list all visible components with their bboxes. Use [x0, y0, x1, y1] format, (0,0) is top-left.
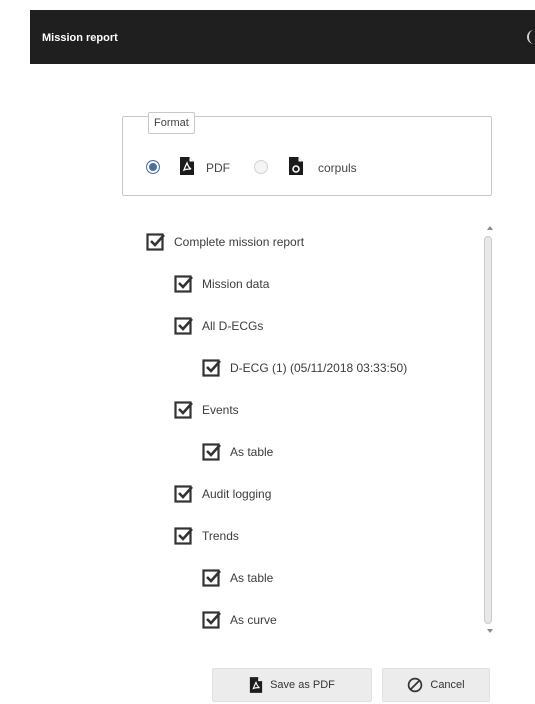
- tree-item-events-as-table[interactable]: As table: [202, 440, 273, 464]
- tree-item-label: D-ECG (1) (05/11/2018 03:33:50): [230, 361, 408, 375]
- tree-item-trends[interactable]: Trends: [174, 524, 239, 548]
- checkbox-checked-icon[interactable]: [202, 442, 222, 462]
- tree-item-label: Complete mission report: [174, 235, 305, 249]
- cancel-icon: [408, 677, 423, 693]
- tree-item-audit-logging[interactable]: Audit logging: [174, 482, 271, 506]
- corpuls-option-label: corpuls: [318, 161, 357, 175]
- tree-item-label: As table: [230, 445, 274, 459]
- save-button-label: Save as PDF: [270, 679, 335, 691]
- tree-item-trends-as-curve[interactable]: As curve: [202, 608, 277, 632]
- tree-item-complete-mission-report[interactable]: Complete mission report: [146, 230, 304, 254]
- tree-item-label: Events: [202, 403, 239, 417]
- tree-item-d-ecg-1[interactable]: D-ECG (1) (05/11/2018 03:33:50): [202, 356, 407, 380]
- tree-item-label: As table: [230, 571, 274, 585]
- checkbox-checked-icon[interactable]: [202, 568, 222, 588]
- format-legend: Format: [148, 112, 195, 134]
- checkbox-checked-icon[interactable]: [202, 358, 222, 378]
- cancel-button[interactable]: Cancel: [382, 668, 490, 702]
- checkbox-checked-icon[interactable]: [174, 274, 194, 294]
- cancel-button-label: Cancel: [430, 679, 465, 691]
- tree-item-label: Trends: [202, 529, 239, 543]
- corpuls-radio[interactable]: [254, 160, 268, 174]
- checkbox-checked-icon[interactable]: [174, 484, 194, 504]
- pdf-file-icon: [249, 677, 263, 693]
- tree-item-trends-as-table[interactable]: As table: [202, 566, 273, 590]
- checkbox-checked-icon[interactable]: [174, 526, 194, 546]
- tree-item-label: Mission data: [202, 277, 270, 291]
- tree-item-label: As curve: [230, 613, 277, 627]
- title-bar: Mission report: [30, 10, 535, 64]
- scroll-down-arrow-icon[interactable]: [487, 629, 493, 633]
- save-as-pdf-button[interactable]: Save as PDF: [212, 668, 372, 702]
- corpuls-file-icon: [289, 157, 303, 175]
- report-tree: Complete mission report Mission data All…: [140, 222, 480, 642]
- close-button-edge[interactable]: [527, 30, 535, 44]
- tree-item-all-d-ecgs[interactable]: All D-ECGs: [174, 314, 263, 338]
- tree-item-label: All D-ECGs: [202, 319, 264, 333]
- tree-item-label: Audit logging: [202, 487, 272, 501]
- pdf-radio[interactable]: [146, 160, 160, 174]
- checkbox-checked-icon[interactable]: [174, 316, 194, 336]
- tree-item-mission-data[interactable]: Mission data: [174, 272, 269, 296]
- window-title: Mission report: [42, 32, 118, 44]
- checkbox-checked-icon[interactable]: [146, 232, 166, 252]
- pdf-file-icon: [180, 157, 194, 175]
- checkbox-checked-icon[interactable]: [174, 400, 194, 420]
- checkbox-checked-icon[interactable]: [202, 610, 222, 630]
- vertical-scrollbar[interactable]: [484, 236, 492, 624]
- pdf-option-label: PDF: [206, 161, 230, 175]
- scroll-up-arrow-icon[interactable]: [487, 226, 493, 230]
- tree-item-events[interactable]: Events: [174, 398, 239, 422]
